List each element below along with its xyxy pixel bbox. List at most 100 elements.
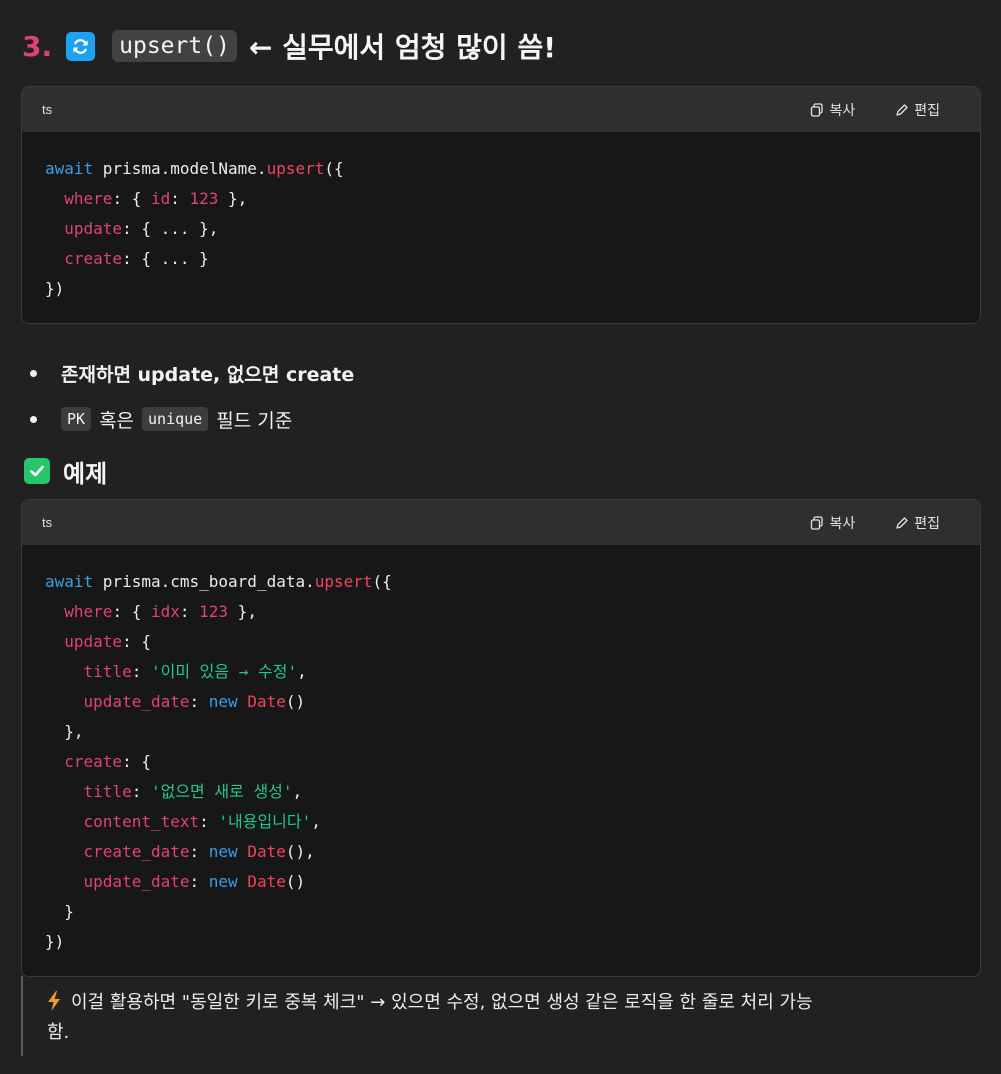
code-token: await [45,159,94,178]
code-token: (), [285,842,315,861]
copy-label: 복사 [829,102,856,119]
section-number: 3. [22,29,53,63]
code-line: }, [45,717,957,747]
list-item-text: 필드 기준 [216,409,293,432]
code-line: where: { id: 123 }, [45,184,957,214]
code-token: update [64,632,123,651]
code-content: await prisma.cms_board_data.upsert({ whe… [22,545,980,957]
example-heading: 예제 [24,451,107,491]
code-token: : [189,692,209,711]
code-token: , [311,812,321,831]
list-item-text: 존재하면 update, 없으면 create [61,363,355,386]
code-block-header: ts 복사 편집 [22,500,980,545]
code-token: upsert [314,572,373,591]
code-block-header: ts 복사 편집 [22,87,980,132]
code-token: }) [45,279,65,298]
edit-button[interactable]: 편집 [895,100,940,120]
chat-message: 3. upsert() ← 실무에서 엄청 많이 씀! ts 복사 편집 awa… [0,0,1001,1074]
bullet-dot [30,369,37,377]
tip-text: 이걸 활용하면 "동일한 키로 중복 체크" → 있으면 수정, 없으면 생성 … [47,988,977,1048]
code-line: content_text: '내용입니다', [45,807,957,837]
code-token: update_date [83,872,190,891]
code-line: where: { idx: 123 }, [45,597,957,627]
code-token: : [131,662,151,681]
code-line: await prisma.cms_board_data.upsert({ [45,567,957,597]
copy-icon [811,102,824,117]
tip-line-1: 이걸 활용하면 "동일한 키로 중복 체크" → 있으면 수정, 없으면 생성 … [71,992,813,1013]
bullet-dot [30,415,37,423]
code-token: prisma.modelName. [93,159,267,178]
code-token: title [83,662,132,681]
code-token: idx [150,602,180,621]
code-token: : [179,602,200,621]
code-token: () [285,872,306,891]
code-token: ({ [324,159,344,178]
code-language: ts [42,102,53,117]
inline-code-unique: unique [142,407,209,431]
code-token: : { ... } [122,249,209,268]
code-token: Date [247,692,286,711]
code-token: id [150,189,171,208]
code-token: ({ [372,572,392,591]
code-line: title: '이미 있음 → 수정', [45,657,957,687]
pencil-icon [896,516,908,529]
code-line: update: { [45,627,957,657]
code-token: await [45,572,94,591]
lightning-icon [48,991,60,1011]
code-token: }, [45,722,84,741]
code-token: Date [247,842,286,861]
code-token: where [64,602,113,621]
code-token: content_text [83,812,200,831]
code-token: , [297,662,307,681]
code-block-1: ts 복사 편집 await prisma.modelName.upsert({… [21,86,981,324]
code-token: : [189,872,209,891]
code-line: }) [45,274,957,304]
code-content: await prisma.modelName.upsert({ where: {… [22,132,980,304]
code-line: update: { ... }, [45,214,957,244]
list-item-text: 혹은 [99,409,135,432]
edit-button[interactable]: 편집 [895,513,940,533]
pencil-icon [896,103,908,116]
code-token: , [292,782,303,801]
code-token: 123 [199,602,229,621]
code-token: } [45,902,74,921]
example-heading-text: 예제 [63,459,108,488]
code-line: title: '없으면 새로 생성', [45,777,957,807]
code-line: }) [45,927,957,957]
code-token: update [64,219,123,238]
code-token: create [64,752,123,771]
code-token: title [83,782,132,801]
edit-label: 편집 [914,515,940,532]
copy-button[interactable]: 복사 [810,100,855,120]
edit-label: 편집 [914,102,940,119]
code-token: 123 [189,189,219,208]
code-token: Date [247,872,286,891]
code-token: }, [218,189,248,208]
code-line: } [45,897,957,927]
code-token: prisma.cms_board_data. [93,572,315,591]
code-token: where [64,189,113,208]
code-token: upsert [266,159,325,178]
copy-button[interactable]: 복사 [810,513,855,533]
code-token: '내용입니다' [218,812,312,831]
list-item: PK 혹은 unique 필드 기준 [30,396,354,442]
code-token: : [170,189,190,208]
code-line: update_date: new Date() [45,867,957,897]
code-token: : [189,842,209,861]
code-token: }, [228,602,257,621]
code-token: : { [122,752,151,771]
bullet-list: 존재하면 update, 없으면 create PK 혹은 unique 필드 … [30,350,354,442]
code-line: update_date: new Date() [45,687,957,717]
